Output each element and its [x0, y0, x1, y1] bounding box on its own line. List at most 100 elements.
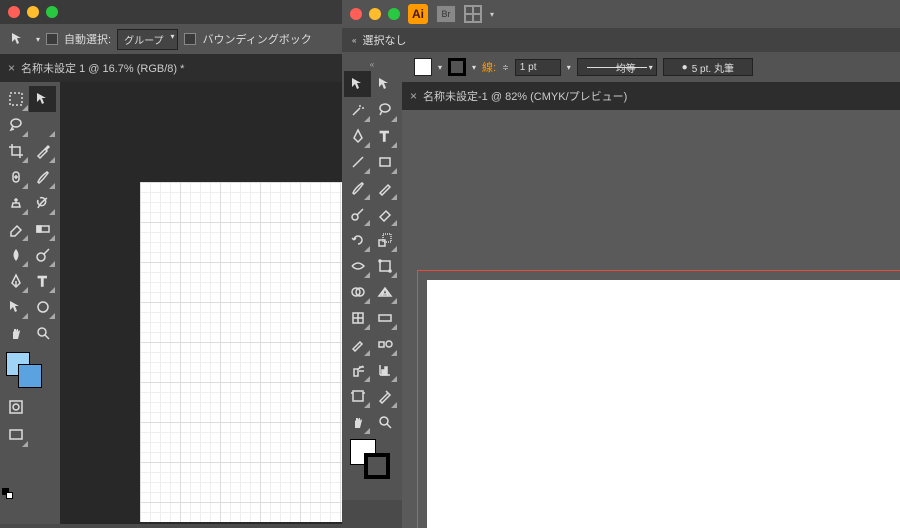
graph-tool[interactable] [371, 357, 398, 383]
ps-canvas-area[interactable] [60, 82, 342, 524]
zoom-tool[interactable] [371, 409, 398, 435]
stroke-swatch[interactable] [448, 58, 466, 76]
symbol-sprayer-tool[interactable] [344, 357, 371, 383]
stroke-weight-input[interactable] [515, 59, 561, 76]
lasso-tool[interactable] [371, 97, 398, 123]
magic-wand-tool[interactable] [29, 112, 56, 138]
stepper-icon[interactable]: ≑ [502, 63, 509, 72]
ai-canvas-area[interactable] [402, 110, 900, 528]
artboard-tool[interactable] [344, 383, 371, 409]
perspective-grid-tool[interactable] [371, 279, 398, 305]
eraser-tool[interactable] [2, 216, 29, 242]
type-tool[interactable]: T [29, 268, 56, 294]
blend-tool[interactable] [371, 331, 398, 357]
background-color[interactable] [18, 364, 42, 388]
dropdown-icon[interactable]: ▾ [567, 63, 571, 72]
brush-dropdown[interactable]: ●5 pt. 丸筆 [663, 58, 753, 76]
selection-indicator: « 選択なし [342, 28, 900, 52]
default-colors-icon[interactable] [2, 488, 14, 500]
auto-select-checkbox[interactable] [46, 33, 58, 45]
grid-overlay [140, 182, 342, 522]
paintbrush-tool[interactable] [344, 175, 371, 201]
free-transform-tool[interactable] [371, 253, 398, 279]
eyedropper-tool[interactable] [344, 331, 371, 357]
blob-brush-tool[interactable] [344, 201, 371, 227]
zoom-button[interactable] [388, 8, 400, 20]
pen-tool[interactable] [2, 268, 29, 294]
hand-tool[interactable] [2, 320, 29, 346]
dropdown-icon[interactable]: ▾ [490, 10, 494, 19]
collapse-icon[interactable]: « [352, 36, 356, 45]
crop-tool[interactable] [2, 138, 29, 164]
blur-tool[interactable] [2, 242, 29, 268]
direct-selection-tool[interactable] [371, 71, 398, 97]
dropdown-icon[interactable]: ▾ [472, 63, 476, 72]
bridge-icon[interactable]: Br [436, 5, 456, 23]
selection-tool[interactable] [344, 71, 371, 97]
tab-title: 名称未設定-1 @ 82% (CMYK/プレビュー) [423, 88, 627, 104]
rectangle-tool[interactable] [371, 149, 398, 175]
eraser-tool[interactable] [371, 201, 398, 227]
line-tool[interactable] [344, 149, 371, 175]
pen-tool[interactable] [344, 123, 371, 149]
magic-wand-tool[interactable] [344, 97, 371, 123]
ai-document-tab[interactable]: × 名称未設定-1 @ 82% (CMYK/プレビュー) [402, 82, 900, 110]
eyedropper-tool[interactable] [29, 138, 56, 164]
dodge-tool[interactable] [29, 242, 56, 268]
marquee-tool[interactable] [2, 86, 29, 112]
selection-text: 選択なし [362, 32, 406, 48]
gradient-tool[interactable] [29, 216, 56, 242]
close-button[interactable] [350, 8, 362, 20]
document-tab[interactable]: × 名称未設定 1 @ 16.7% (RGB/8) * [0, 54, 342, 82]
stroke-color[interactable] [364, 453, 390, 479]
arrange-documents-icon[interactable] [464, 5, 482, 23]
bbox-checkbox[interactable] [184, 33, 196, 45]
ps-document[interactable] [140, 182, 342, 522]
gradient-tool[interactable] [371, 305, 398, 331]
collapse-icon[interactable]: « [344, 58, 400, 71]
stroke-label[interactable]: 線: [482, 59, 496, 75]
healing-brush-tool[interactable] [2, 164, 29, 190]
auto-select-dropdown[interactable]: グループ [117, 29, 178, 50]
zoom-button[interactable] [46, 6, 58, 18]
brush-tool[interactable] [29, 164, 56, 190]
ai-color-swatches[interactable] [350, 439, 394, 483]
stroke-profile-dropdown[interactable]: 均等▾ [577, 58, 657, 76]
mesh-tool[interactable] [344, 305, 371, 331]
close-tab-icon[interactable]: × [410, 89, 417, 103]
scale-tool[interactable] [371, 227, 398, 253]
close-button[interactable] [8, 6, 20, 18]
slice-tool[interactable] [371, 383, 398, 409]
artboard[interactable] [427, 280, 900, 528]
ps-tools-panel: T [0, 82, 60, 524]
ai-tools-panel: « T [342, 54, 402, 500]
tab-title: 名称未設定 1 @ 16.7% (RGB/8) * [21, 60, 184, 76]
history-brush-tool[interactable] [29, 190, 56, 216]
dropdown-icon[interactable]: ▾ [36, 35, 40, 44]
hand-tool[interactable] [344, 409, 371, 435]
ai-titlebar: Ai Br ▾ [342, 0, 900, 28]
rotate-tool[interactable] [344, 227, 371, 253]
bbox-label: バウンディングボック [202, 31, 311, 47]
shape-tool[interactable] [29, 294, 56, 320]
zoom-tool[interactable] [29, 320, 56, 346]
move-tool[interactable] [29, 86, 56, 112]
window-controls [0, 0, 342, 24]
auto-select-label: 自動選択: [64, 31, 111, 47]
lasso-tool[interactable] [2, 112, 29, 138]
shape-builder-tool[interactable] [344, 279, 371, 305]
pencil-tool[interactable] [371, 175, 398, 201]
minimize-button[interactable] [27, 6, 39, 18]
width-tool[interactable] [344, 253, 371, 279]
color-swatches[interactable] [2, 352, 42, 392]
type-tool[interactable]: T [371, 123, 398, 149]
path-selection-tool[interactable] [2, 294, 29, 320]
quick-mask-icon[interactable] [2, 394, 29, 420]
minimize-button[interactable] [369, 8, 381, 20]
ai-control-bar: ▾ ▾ 線: ≑ ▾ 均等▾ ●5 pt. 丸筆 [342, 52, 900, 82]
dropdown-icon[interactable]: ▾ [438, 63, 442, 72]
clone-stamp-tool[interactable] [2, 190, 29, 216]
close-tab-icon[interactable]: × [8, 61, 15, 75]
fill-swatch[interactable] [414, 58, 432, 76]
screen-mode-icon[interactable] [2, 422, 29, 448]
